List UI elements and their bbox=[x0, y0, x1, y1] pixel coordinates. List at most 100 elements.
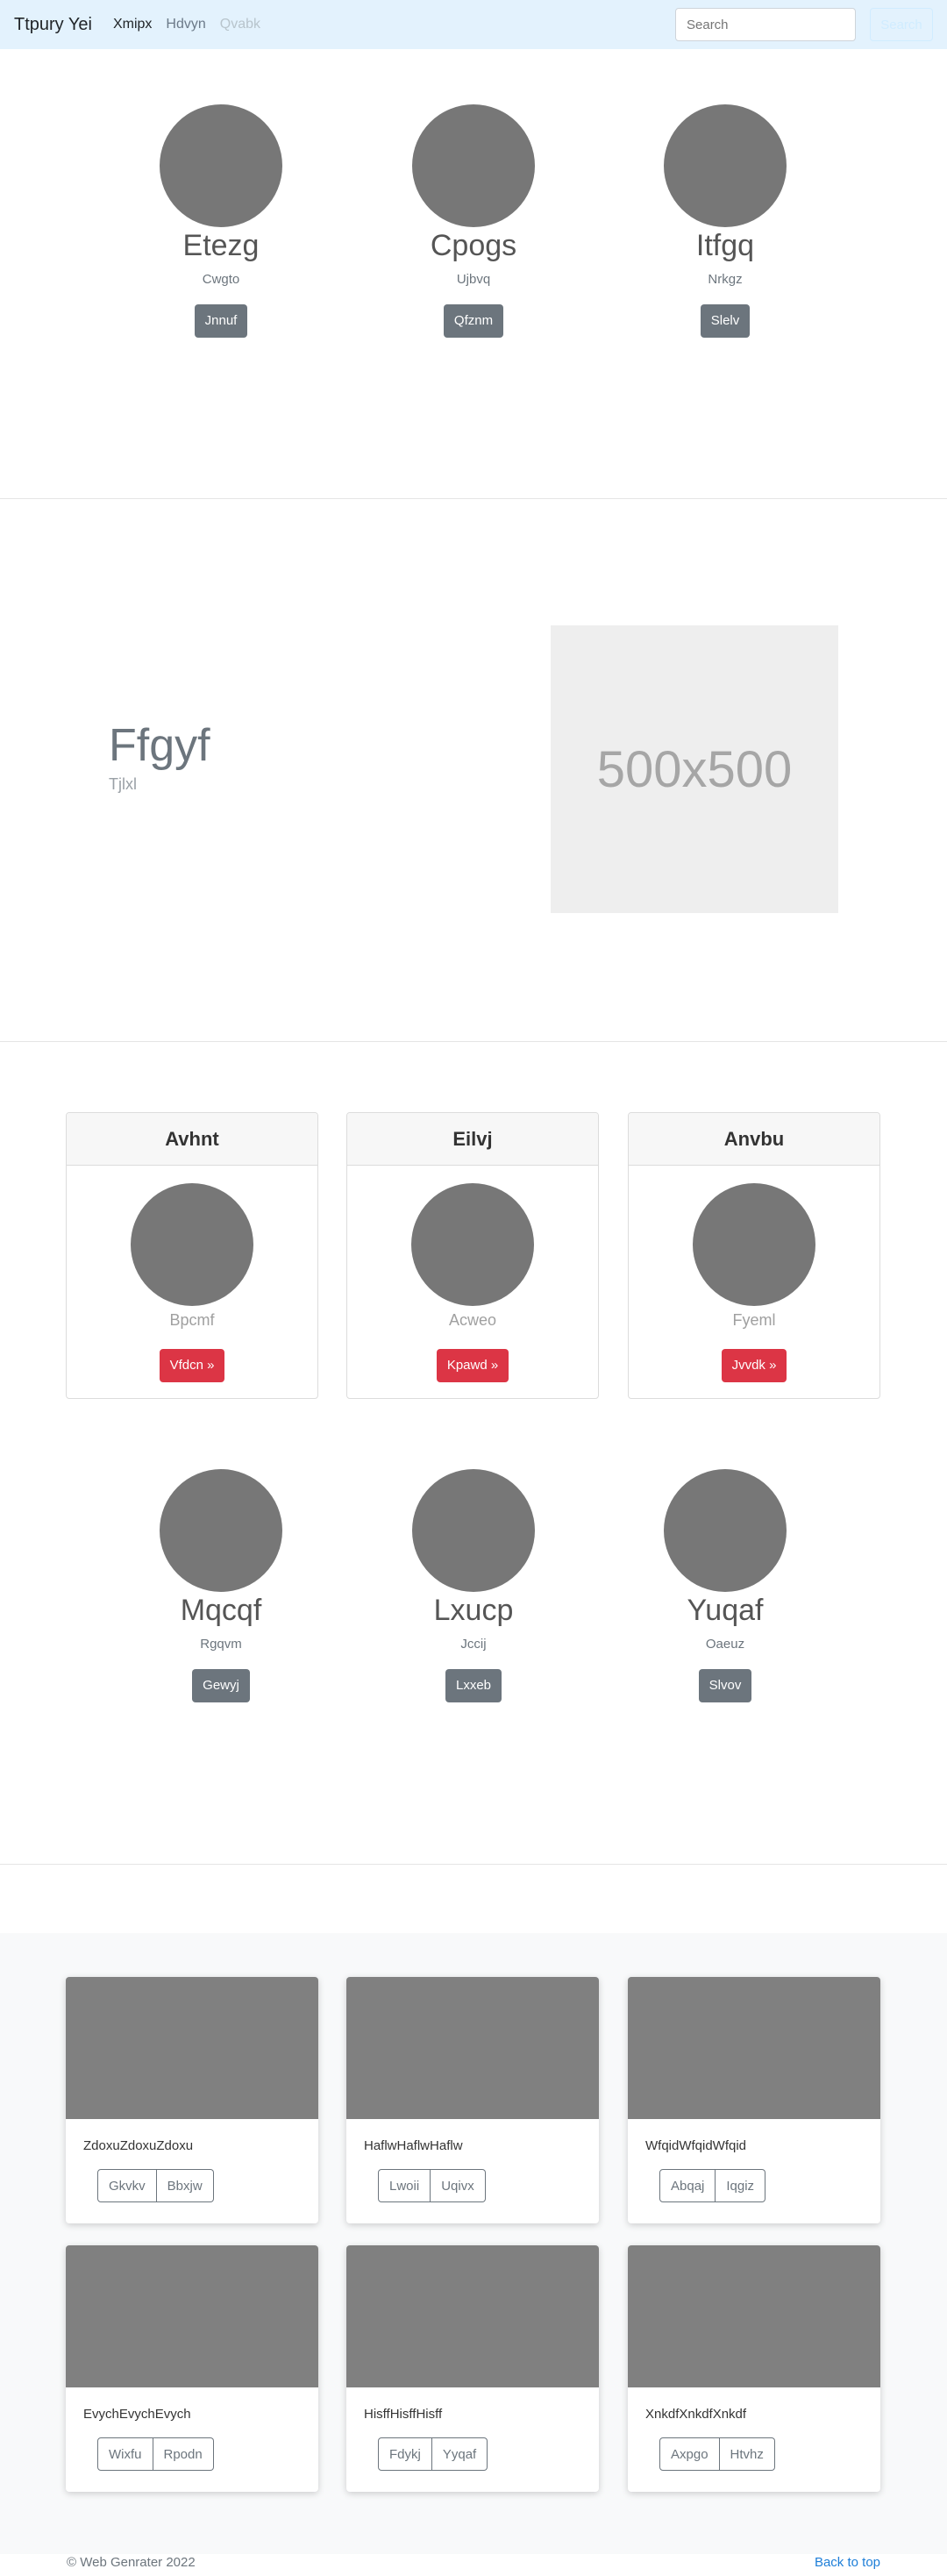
profile-name: Yuqaf bbox=[687, 1594, 764, 1627]
album-thumbnail bbox=[628, 1977, 880, 2119]
album-card: WfqidWfqidWfqid Abqaj Iqgiz bbox=[628, 1977, 880, 2223]
back-to-top-link[interactable]: Back to top bbox=[815, 2555, 880, 2570]
card-button[interactable]: Kpawd » bbox=[436, 1349, 509, 1382]
section-divider bbox=[0, 1864, 947, 1865]
profile-subtitle: Cwgto bbox=[202, 272, 240, 287]
album-button[interactable]: Uqivx bbox=[431, 2169, 486, 2202]
album-thumbnail bbox=[66, 1977, 318, 2119]
album-card: HisffHisffHisff Fdykj Yyqaf bbox=[346, 2245, 599, 2492]
profile-mqcqf: Mqcqf Rgqvm Gewyj bbox=[125, 1469, 317, 1702]
album-button-group: Axpgo Htvhz bbox=[659, 2437, 775, 2471]
album-button[interactable]: Axpgo bbox=[659, 2437, 720, 2471]
navbar-brand[interactable]: Ttpury Yei bbox=[14, 15, 92, 35]
profile-cpogs: Cpogs Ujbvq Qfznm bbox=[377, 104, 570, 338]
card-body: Fyeml Jvvdk » bbox=[629, 1166, 879, 1382]
navbar: Ttpury Yei Xmipx Hdvyn Qvabk Search bbox=[0, 0, 947, 49]
album-thumbnail bbox=[628, 2245, 880, 2387]
hero-image-label: 500x500 bbox=[596, 740, 793, 798]
avatar bbox=[412, 1469, 535, 1592]
profile-button[interactable]: Jnnuf bbox=[194, 304, 248, 338]
section-divider bbox=[0, 498, 947, 499]
profile-name: Etezg bbox=[182, 229, 260, 262]
nav-link-xmipx[interactable]: Xmipx bbox=[113, 17, 152, 32]
album-button[interactable]: Abqaj bbox=[659, 2169, 716, 2202]
card-header: Avhnt bbox=[67, 1113, 317, 1166]
album-button[interactable]: Iqgiz bbox=[716, 2169, 766, 2202]
album-thumbnail bbox=[346, 2245, 599, 2387]
card-header: Eilvj bbox=[347, 1113, 598, 1166]
profile-button[interactable]: Qfznm bbox=[443, 304, 504, 338]
album-button[interactable]: Bbxjw bbox=[156, 2169, 214, 2202]
profile-name: Lxucp bbox=[433, 1594, 514, 1627]
album-button[interactable]: Yyqaf bbox=[431, 2437, 488, 2471]
album-button[interactable]: Wixfu bbox=[97, 2437, 153, 2471]
profile-subtitle: Oaeuz bbox=[705, 1637, 745, 1652]
profile-name: Mqcqf bbox=[180, 1594, 262, 1627]
card-avhnt: Avhnt Bpcmf Vfdcn » bbox=[66, 1112, 318, 1399]
card-subtitle: Bpcmf bbox=[169, 1311, 215, 1329]
album-button-group: Abqaj Iqgiz bbox=[659, 2169, 766, 2202]
album-card: HaflwHaflwHaflw Lwoii Uqivx bbox=[346, 1977, 599, 2223]
avatar bbox=[664, 1469, 787, 1592]
album-card: EvychEvychEvych Wixfu Rpodn bbox=[66, 2245, 318, 2492]
album-button[interactable]: Htvhz bbox=[719, 2437, 775, 2471]
card-subtitle: Acweo bbox=[448, 1311, 497, 1329]
card-subtitle: Fyeml bbox=[732, 1311, 776, 1329]
album-button-group: Wixfu Rpodn bbox=[97, 2437, 214, 2471]
hero-image-placeholder: 500x500 bbox=[551, 625, 838, 913]
profile-subtitle: Jccij bbox=[460, 1637, 487, 1652]
search-input[interactable] bbox=[675, 8, 856, 41]
card-button[interactable]: Vfdcn » bbox=[159, 1349, 225, 1382]
album-card-text: XnkdfXnkdfXnkdf bbox=[645, 2407, 747, 2422]
profile-button[interactable]: Slelv bbox=[700, 304, 751, 338]
album-card-text: HaflwHaflwHaflw bbox=[364, 2138, 463, 2153]
album-button[interactable]: Fdykj bbox=[378, 2437, 432, 2471]
hero-subtitle: Tjlxl bbox=[109, 775, 137, 793]
avatar bbox=[664, 104, 787, 227]
album-thumbnail bbox=[346, 1977, 599, 2119]
profile-lxucp: Lxucp Jccij Lxxeb bbox=[377, 1469, 570, 1702]
card-button[interactable]: Jvvdk » bbox=[721, 1349, 787, 1382]
card-body: Acweo Kpawd » bbox=[347, 1166, 598, 1382]
album-card: ZdoxuZdoxuZdoxu Gkvkv Bbxjw bbox=[66, 1977, 318, 2223]
album-card-text: HisffHisffHisff bbox=[364, 2407, 443, 2422]
profile-button[interactable]: Lxxeb bbox=[445, 1669, 502, 1702]
profile-subtitle: Rgqvm bbox=[200, 1637, 242, 1652]
hero-title: Ffgyf bbox=[109, 720, 210, 771]
nav-link-hdvyn[interactable]: Hdvyn bbox=[166, 17, 205, 32]
avatar bbox=[160, 1469, 282, 1592]
avatar bbox=[693, 1183, 815, 1306]
album-card-text: ZdoxuZdoxuZdoxu bbox=[83, 2138, 194, 2153]
profile-name: Itfgq bbox=[695, 229, 755, 262]
profile-name: Cpogs bbox=[430, 229, 517, 262]
profile-button[interactable]: Slvov bbox=[698, 1669, 752, 1702]
search-button[interactable]: Search bbox=[870, 8, 933, 41]
nav-link-qvabk: Qvabk bbox=[219, 17, 261, 32]
profile-etezg: Etezg Cwgto Jnnuf bbox=[125, 104, 317, 338]
profile-subtitle: Ujbvq bbox=[456, 272, 491, 287]
album-button[interactable]: Gkvkv bbox=[97, 2169, 157, 2202]
album-button-group: Fdykj Yyqaf bbox=[378, 2437, 488, 2471]
card-eilvj: Eilvj Acweo Kpawd » bbox=[346, 1112, 599, 1399]
avatar bbox=[412, 104, 535, 227]
footer-copyright: © Web Genrater 2022 bbox=[67, 2555, 196, 2570]
album-card-text: WfqidWfqidWfqid bbox=[645, 2138, 747, 2153]
profile-subtitle: Nrkgz bbox=[708, 272, 743, 287]
profile-button[interactable]: Gewyj bbox=[192, 1669, 250, 1702]
album-button[interactable]: Rpodn bbox=[153, 2437, 214, 2471]
album-card: XnkdfXnkdfXnkdf Axpgo Htvhz bbox=[628, 2245, 880, 2492]
album-card-text: EvychEvychEvych bbox=[83, 2407, 191, 2422]
album-thumbnail bbox=[66, 2245, 318, 2387]
album-button-group: Gkvkv Bbxjw bbox=[97, 2169, 214, 2202]
card-anvbu: Anvbu Fyeml Jvvdk » bbox=[628, 1112, 880, 1399]
album-button[interactable]: Lwoii bbox=[378, 2169, 431, 2202]
avatar bbox=[131, 1183, 253, 1306]
card-header: Anvbu bbox=[629, 1113, 879, 1166]
card-body: Bpcmf Vfdcn » bbox=[67, 1166, 317, 1382]
profile-yuqaf: Yuqaf Oaeuz Slvov bbox=[629, 1469, 822, 1702]
album-button-group: Lwoii Uqivx bbox=[378, 2169, 486, 2202]
album-section: ZdoxuZdoxuZdoxu Gkvkv Bbxjw HaflwHaflwHaf… bbox=[0, 1933, 947, 2554]
section-divider bbox=[0, 1041, 947, 1042]
profile-itfgq: Itfgq Nrkgz Slelv bbox=[629, 104, 822, 338]
avatar bbox=[411, 1183, 534, 1306]
